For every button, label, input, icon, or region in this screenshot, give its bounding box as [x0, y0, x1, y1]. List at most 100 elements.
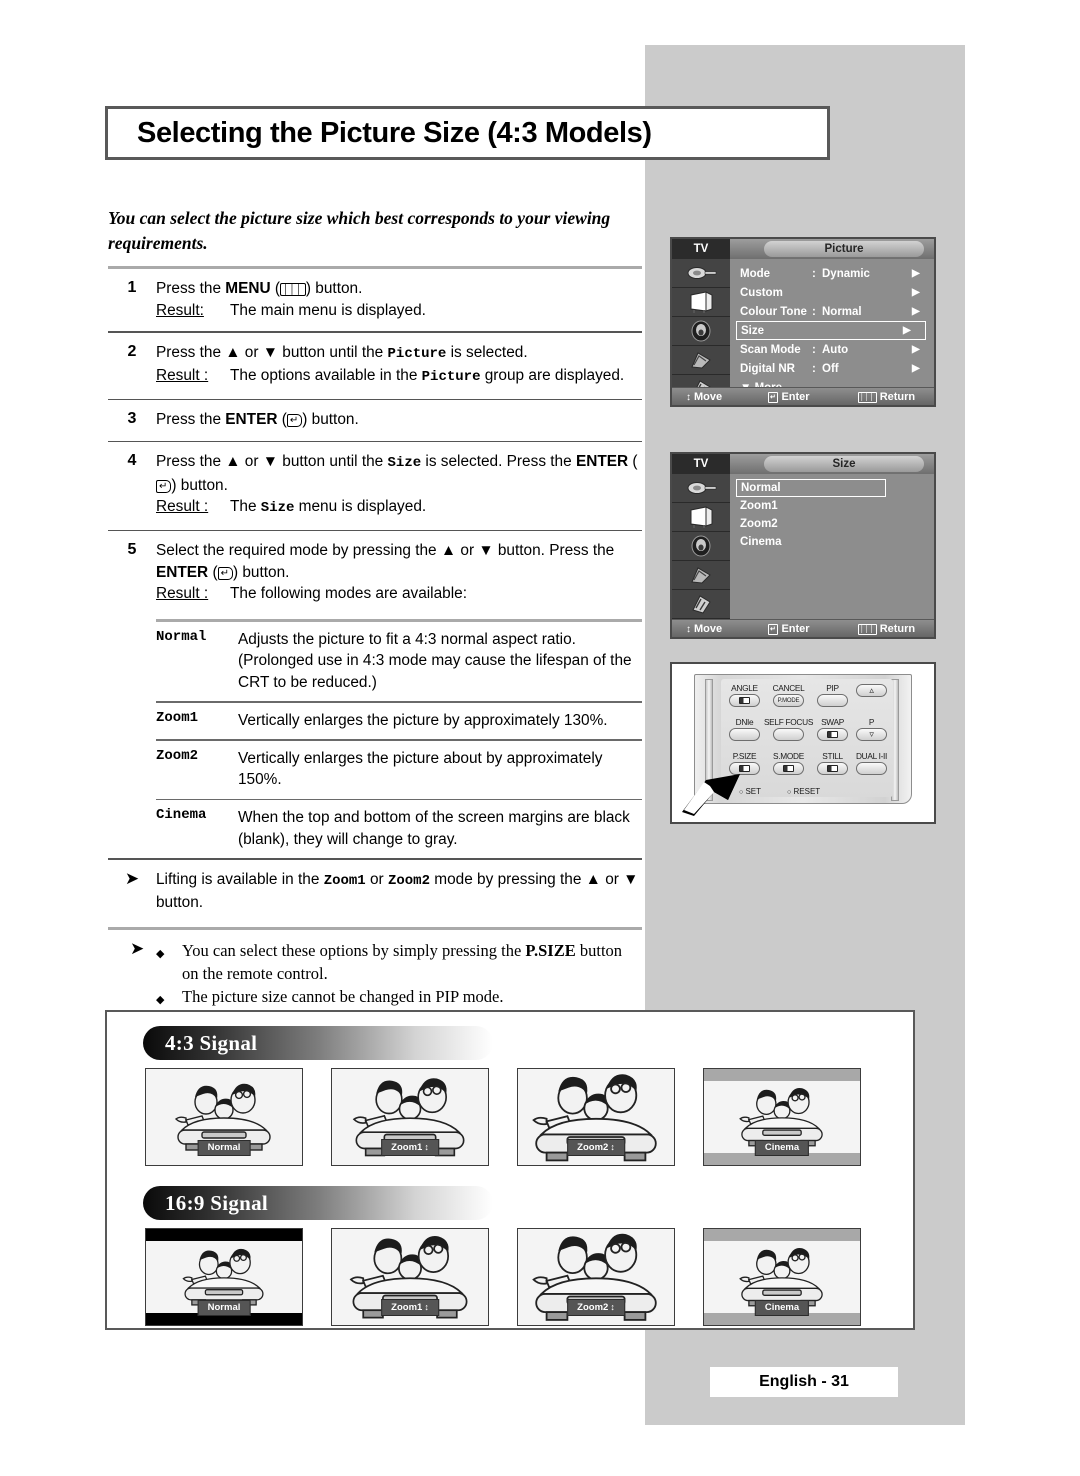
input-plug-icon[interactable] [672, 259, 730, 288]
note-text-a: You can select these options by simply p… [182, 940, 526, 960]
shot-label-text: Cinema [764, 1142, 800, 1153]
feature-setup-icon[interactable] [672, 590, 730, 619]
cancel-pmode-button[interactable]: P.MODE [773, 694, 804, 707]
osd-option-zoom1[interactable]: Zoom1 [740, 497, 934, 515]
tv-shot-43-normal: Normal [145, 1068, 303, 1166]
arrow-bullet-icon: ➤ [130, 938, 145, 958]
arrow-bullet-icon: ➤ [124, 868, 140, 888]
osd-item-scan-mode[interactable]: Scan Mode: Auto ▶ [740, 340, 934, 359]
osd-footer: ↕ Move ↵ Enter │││ Return [672, 387, 934, 405]
reset-label: ○ RESET [787, 787, 820, 796]
step-4-text-a: Press the ▲ or ▼ button until the [156, 453, 388, 471]
step-5: 5 Select the required mode by pressing t… [108, 531, 642, 615]
picture-tv-icon[interactable] [672, 288, 730, 317]
step-5-text-b: ( [208, 563, 218, 581]
angle-glyph-icon [738, 697, 750, 704]
result-text: The following modes are available: [230, 585, 467, 603]
step-1-text-a: Press the [156, 280, 226, 297]
menu-icon: │││ [858, 391, 877, 403]
mode-row-cinema: Cinema When the top and bottom of the sc… [156, 800, 642, 858]
osd-footer-move: ↕ Move [672, 623, 768, 635]
osd-option-cinema[interactable]: Cinema [740, 533, 934, 551]
step-text: Press the ▲ or ▼ button until the Pictur… [156, 342, 642, 389]
result-text: The Size menu is displayed. [230, 496, 642, 520]
sound-speaker-icon[interactable] [672, 532, 730, 561]
remote-label-smode: S.MODE [773, 751, 804, 761]
step-1: 1 Press the MENU (│││) button. Result: T… [108, 269, 642, 331]
channel-down-button[interactable]: ▿ [856, 728, 888, 741]
psize-keyword: P.SIZE [525, 940, 576, 960]
osd-item-list: Mode: Dynamic ▶ Custom ▶ Colour Tone: Normal… [730, 259, 934, 404]
chevron-right-icon: ▶ [912, 268, 920, 279]
enter-keyword: ENTER [575, 453, 629, 471]
instructions-column: You can select the picture size which be… [108, 206, 642, 1021]
shot-mode-label: Zoom2 ↕ [567, 1299, 625, 1316]
tv-shot-169-normal: Normal [145, 1228, 303, 1326]
input-plug-icon[interactable] [672, 474, 730, 503]
remote-label-swap: SWAP [821, 717, 845, 727]
chevron-up-icon: ▵ [869, 685, 874, 695]
shot-row-16-9: Normal Zoom1 ↕ Zoom2 ↕ Cinema [145, 1228, 913, 1326]
sound-speaker-icon[interactable] [672, 317, 730, 346]
osd-item-size[interactable]: Size ▶ [736, 321, 926, 340]
result-text-b: group are displayed. [480, 367, 625, 385]
osd-item-digital-nr[interactable]: Digital NR: Off ▶ [740, 359, 934, 378]
step-text: Press the MENU (│││) button. Result: The… [156, 278, 642, 321]
step-number: 5 [127, 541, 137, 559]
pip-button[interactable] [817, 694, 849, 707]
shot-label-text: Zoom1 [391, 1142, 423, 1153]
osd-footer-enter: ↵ Enter [768, 623, 858, 635]
up-down-stepper-icon: ↕ [610, 1142, 615, 1152]
result-label: Result : [156, 498, 209, 516]
mode-description: Adjusts the picture to fit a 4:3 normal … [238, 630, 632, 691]
picture-keyword: Picture [421, 369, 481, 386]
osd-titlebar: TV Size [672, 454, 934, 474]
smode-button[interactable] [773, 762, 804, 775]
step-4: 4 Press the ▲ or ▼ button until the Size… [108, 442, 642, 530]
reset-dot-icon: ○ [787, 789, 792, 796]
swap-button[interactable] [817, 728, 849, 741]
menu-icon: │││ [858, 623, 877, 635]
up-down-stepper-icon: ↕ [424, 1142, 429, 1152]
size-keyword: Size [387, 455, 422, 472]
osd-item-label: Mode [740, 267, 771, 280]
mode-name: Zoom2 [156, 747, 199, 764]
osd-item-colour-tone[interactable]: Colour Tone: Normal ▶ [740, 302, 934, 321]
chevron-right-icon: ▶ [912, 363, 920, 374]
osd-titlebar: TV Picture [672, 239, 934, 259]
step-number: 3 [127, 410, 137, 428]
angle-button[interactable] [728, 694, 760, 707]
shot-label-text: Normal [207, 1302, 241, 1313]
remote-cell-cancel: CANCEL P.MODE [764, 683, 813, 717]
result-text-a: The [230, 498, 261, 516]
osd-footer-move: ↕ Move [672, 391, 768, 403]
osd-option-zoom2[interactable]: Zoom2 [740, 515, 934, 533]
self-focus-button[interactable] [773, 728, 804, 741]
picture-tv-icon[interactable] [672, 503, 730, 532]
osd-body: Mode: Dynamic ▶ Custom ▶ Colour Tone: Normal… [672, 259, 934, 404]
channel-setup-icon[interactable] [672, 561, 730, 590]
shot-mode-label: Cinema [754, 1140, 810, 1156]
mode-row-zoom1: Zoom1 Vertically enlarges the picture by… [156, 703, 642, 740]
osd-option-normal[interactable]: Normal [736, 479, 886, 497]
still-button[interactable] [817, 762, 849, 775]
dual-button[interactable] [856, 762, 888, 775]
tv-shot-169-zoom1: Zoom1 ↕ [331, 1228, 489, 1326]
channel-up-button[interactable]: ▵ [856, 684, 888, 697]
chevron-down-icon: ▿ [869, 729, 874, 739]
osd-item-custom[interactable]: Custom ▶ [740, 283, 934, 302]
mode-name: Cinema [156, 807, 207, 824]
shot-mode-label: Cinema [754, 1300, 810, 1316]
osd-item-mode[interactable]: Mode: Dynamic ▶ [740, 264, 934, 283]
remote-bottom-labels: ○ SET ○ RESET [739, 787, 879, 796]
page-title: Selecting the Picture Size (4:3 Models) [137, 116, 652, 149]
tv-shot-43-zoom1: Zoom1 ↕ [331, 1068, 489, 1166]
osd-footer-enter: ↵ Enter [768, 391, 858, 403]
dnie-button[interactable] [728, 728, 760, 741]
result-text-b: menu is displayed. [294, 498, 427, 516]
remote-cell-angle: ANGLE [725, 683, 764, 717]
note-pip: ◆ The picture size cannot be changed in … [156, 985, 642, 1012]
page-title-box: Selecting the Picture Size (4:3 Models) [105, 106, 830, 160]
channel-setup-icon[interactable] [672, 346, 730, 375]
note-text-b: or [365, 870, 388, 888]
